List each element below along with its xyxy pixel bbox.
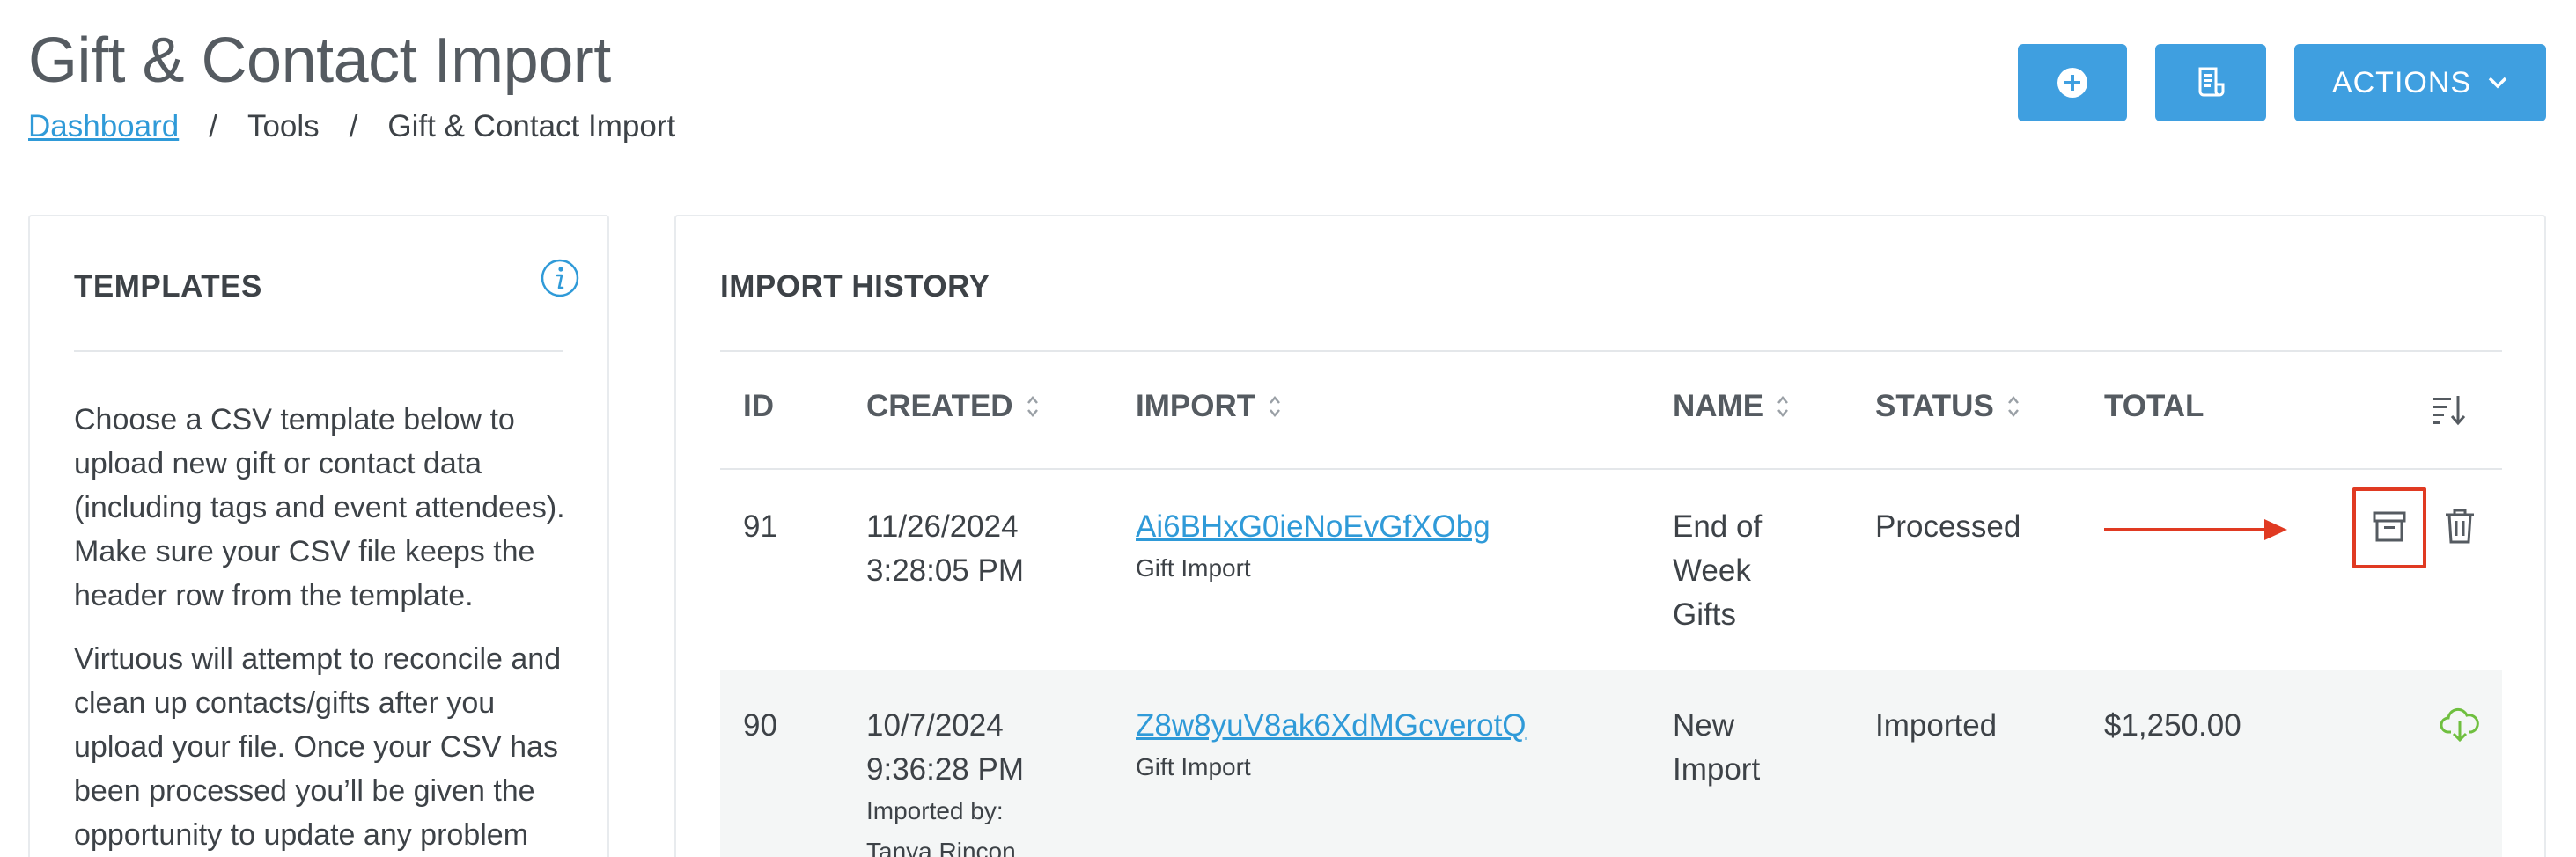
import-type: Gift Import [1136,554,1251,582]
column-header-status[interactable]: STATUS [1875,389,2020,424]
templates-description: Choose a CSV template below to upload ne… [74,403,565,612]
templates-reconcile-note: Virtuous will attempt to reconcile and c… [74,642,562,852]
column-label: IMPORT [1136,389,1256,423]
row-imported-by-label: Imported by: [866,797,1004,824]
trash-icon[interactable] [2442,507,2477,546]
sort-list-icon[interactable] [2432,392,2467,428]
chevron-down-icon [2488,77,2507,89]
actions-dropdown-button[interactable]: ACTIONS [2294,44,2546,121]
divider [720,468,2502,470]
actions-label: ACTIONS [2331,65,2472,99]
plus-circle-icon [2057,68,2087,98]
import-link[interactable]: Z8w8yuV8ak6XdMGcverotQ [1136,704,1527,748]
divider [720,350,2502,352]
row-name-line: Week [1673,553,1751,588]
sort-icon [2007,396,2019,417]
row-name-line: End of [1673,509,1763,544]
column-header-created[interactable]: CREATED [866,389,1040,424]
cloud-download-icon[interactable] [2440,707,2479,743]
column-label: NAME [1673,389,1764,423]
templates-panel: TEMPLATES Choose a CSV template below to… [28,215,609,857]
import-link[interactable]: Ai6BHxG0ieNoEvGfXObg [1136,505,1490,549]
document-icon [2198,67,2225,97]
row-created-date: 10/7/2024 [866,708,1004,743]
column-label: STATUS [1875,389,1994,423]
sort-icon [1777,396,1789,417]
report-button[interactable] [2155,44,2266,121]
column-header-total: TOTAL [2104,389,2204,424]
breadcrumb-separator: / [349,109,358,143]
column-header-id: ID [743,389,774,424]
row-status: Processed [1875,509,2021,544]
column-label: TOTAL [2104,389,2204,423]
templates-heading: TEMPLATES [74,269,262,304]
sort-icon [1027,396,1038,417]
breadcrumb: Dashboard / Tools / Gift & Contact Impor… [28,109,675,144]
row-id: 91 [743,509,777,544]
import-history-panel: IMPORT HISTORY ID CREATED IMPORT NAME ST… [674,215,2546,857]
breadcrumb-separator: / [209,109,217,143]
divider [74,350,563,352]
add-import-button[interactable] [2018,44,2127,121]
row-imported-by: Tanya Rincon [866,838,1016,857]
archive-icon[interactable] [2372,509,2407,544]
row-status: Imported [1875,708,1998,743]
column-header-import[interactable]: IMPORT [1136,389,1282,424]
row-created-time: 9:36:28 PM [866,752,1024,787]
row-id: 90 [743,708,777,743]
column-label: ID [743,389,774,423]
column-header-name[interactable]: NAME [1673,389,1790,424]
row-total: $1,250.00 [2104,708,2241,743]
breadcrumb-tools: Tools [247,109,320,143]
breadcrumb-current: Gift & Contact Import [387,109,676,143]
breadcrumb-dashboard-link[interactable]: Dashboard [28,109,179,144]
row-name-line: Import [1673,752,1761,787]
row-created-time: 3:28:05 PM [866,553,1024,588]
sort-icon [1270,396,1281,417]
column-label: CREATED [866,389,1013,423]
info-icon[interactable] [541,259,579,297]
import-type: Gift Import [1136,753,1251,780]
page-title: Gift & Contact Import [28,26,611,96]
row-name-line: Gifts [1673,597,1736,632]
import-history-heading: IMPORT HISTORY [720,269,990,304]
row-name-line: New [1673,708,1735,743]
row-created-date: 11/26/2024 [866,509,1019,544]
annotation-arrow-icon [2104,519,2287,540]
